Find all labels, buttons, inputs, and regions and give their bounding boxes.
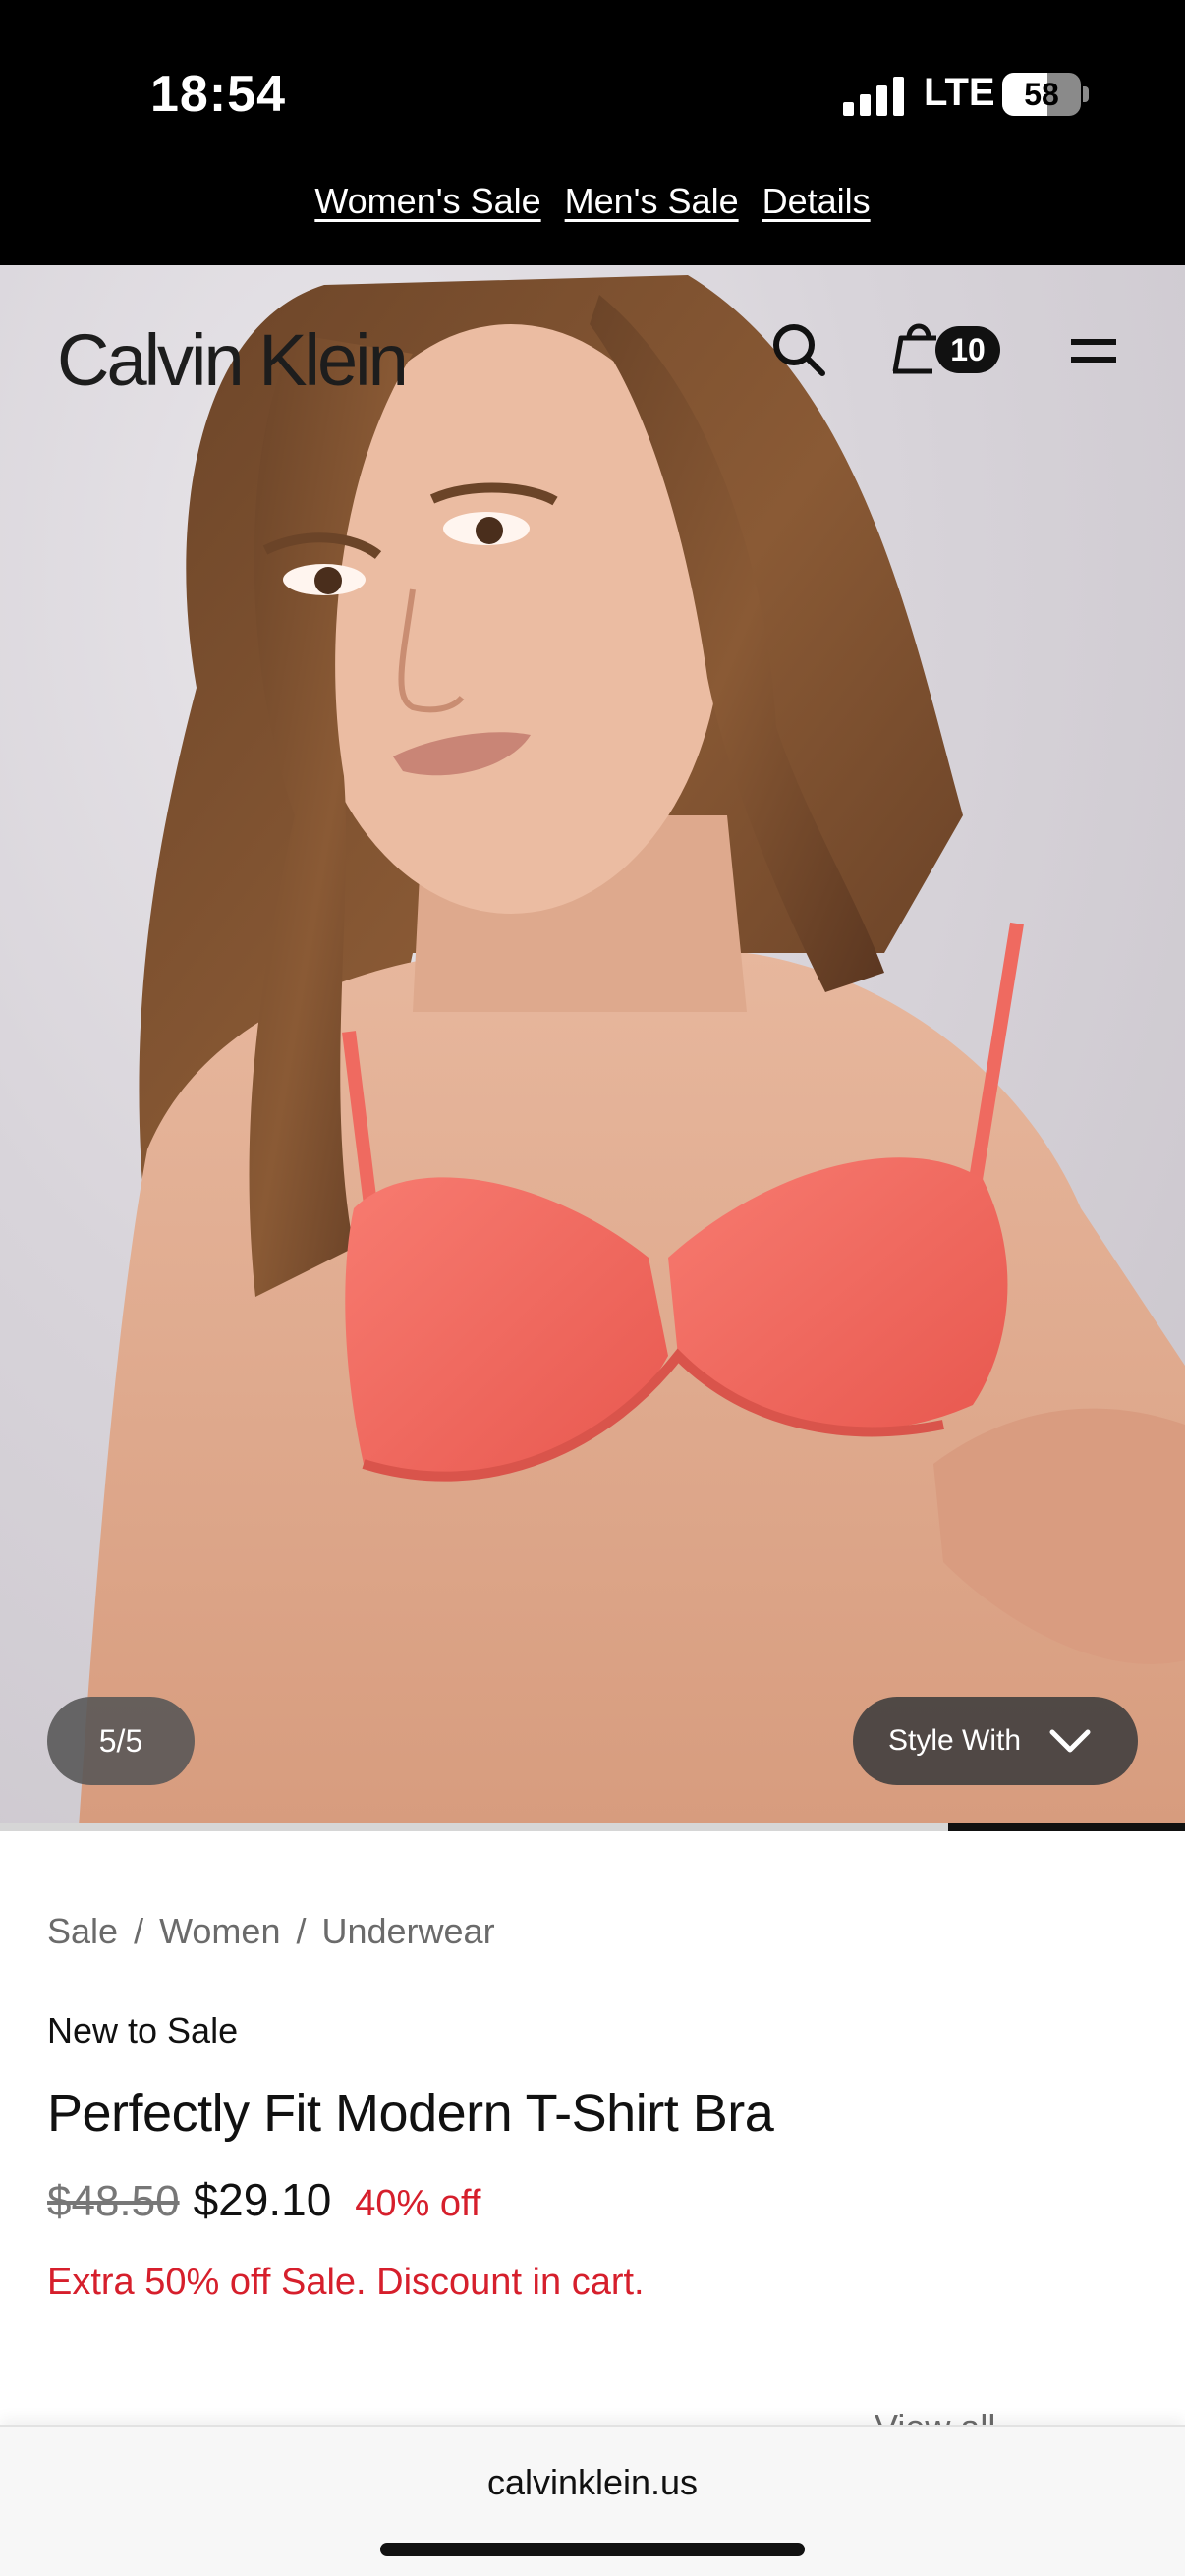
breadcrumb-separator: / <box>296 1911 307 1951</box>
browser-address-bar: calvinklein.us <box>0 2425 1185 2576</box>
battery-icon: 58 <box>1002 73 1089 116</box>
search-icon[interactable] <box>769 320 828 379</box>
breadcrumb-sale[interactable]: Sale <box>47 1911 118 1952</box>
battery-percent: 58 <box>1024 77 1059 112</box>
product-title: Perfectly Fit Modern T-Shirt Bra <box>47 2084 774 2143</box>
signal-icon <box>843 77 904 116</box>
breadcrumb-women[interactable]: Women <box>159 1911 280 1952</box>
gallery-progress-bar <box>0 1823 1185 1831</box>
sale-price: $29.10 <box>193 2174 332 2225</box>
details-link[interactable]: Details <box>762 181 871 222</box>
breadcrumb: Sale / Women / Underwear <box>47 1911 495 1952</box>
product-photo <box>79 275 1185 1827</box>
new-to-sale-label: New to Sale <box>47 2010 239 2050</box>
status-time: 18:54 <box>150 66 286 123</box>
price-row: $48.50 $29.10 40% off <box>47 2173 480 2226</box>
url-field[interactable]: calvinklein.us <box>0 2462 1185 2503</box>
cart-discount-message: Extra 50% off Sale. Discount in cart. <box>47 2262 645 2303</box>
mens-sale-link[interactable]: Men's Sale <box>565 181 739 222</box>
discount-label: 40% off <box>355 2183 481 2224</box>
image-counter: 5/5 <box>47 1697 195 1785</box>
home-indicator[interactable] <box>380 2543 805 2556</box>
network-type: LTE <box>924 71 995 114</box>
menu-icon[interactable] <box>1069 332 1118 371</box>
product-image-gallery[interactable]: Calvin Klein 10 5/5 Style With <box>0 265 1185 1827</box>
breadcrumb-separator: / <box>134 1911 144 1951</box>
original-price: $48.50 <box>47 2177 180 2225</box>
cart-count-badge[interactable]: 10 <box>935 326 1000 373</box>
style-with-label: Style With <box>888 1724 1022 1757</box>
brand-logo[interactable]: Calvin Klein <box>57 318 409 402</box>
promo-banner: Women's Sale Men's Sale Details <box>0 177 1185 265</box>
status-bar: 18:54 LTE 58 <box>0 0 1185 177</box>
chevron-down-icon <box>1049 1729 1091 1753</box>
gallery-progress-indicator <box>947 1823 1185 1831</box>
womens-sale-link[interactable]: Women's Sale <box>314 181 540 222</box>
breadcrumb-underwear[interactable]: Underwear <box>321 1911 494 1952</box>
style-with-button[interactable]: Style With <box>853 1697 1138 1785</box>
